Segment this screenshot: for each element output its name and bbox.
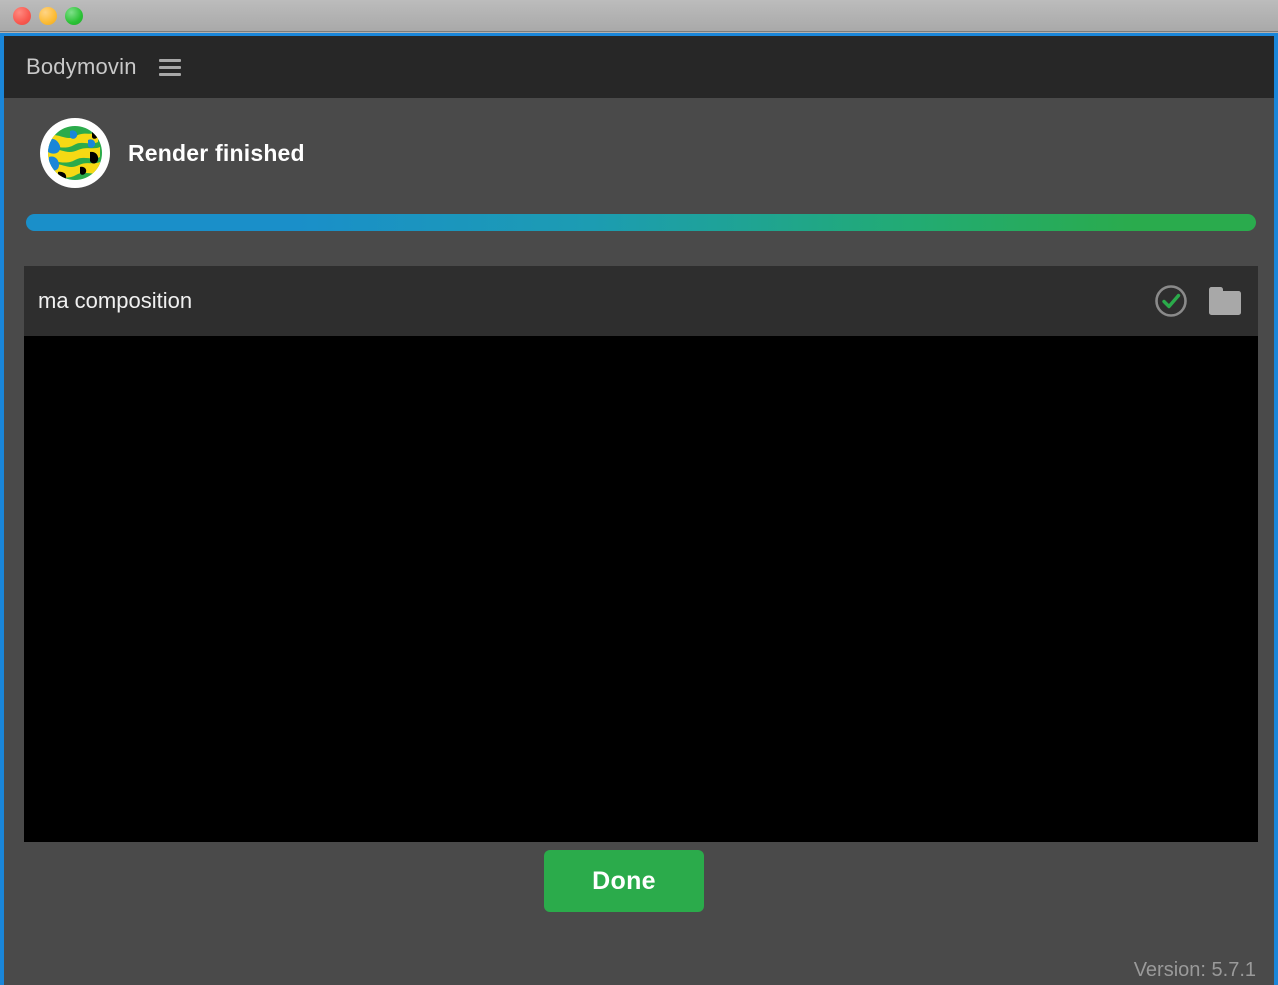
traffic-light-controls <box>13 7 83 25</box>
composition-actions <box>1152 282 1244 320</box>
render-status-message: Render finished <box>128 139 305 166</box>
hamburger-menu-icon[interactable] <box>158 56 181 78</box>
os-window: Bodymovin Render finished ma composition… <box>0 0 1278 985</box>
app-header: Bodymovin <box>4 36 1274 98</box>
app-title: Bodymovin <box>26 54 137 79</box>
done-button[interactable]: Done <box>544 850 704 912</box>
render-progress-fill <box>26 214 1256 231</box>
folder-icon[interactable] <box>1206 282 1244 320</box>
close-window-button[interactable] <box>13 7 31 25</box>
check-circle-icon[interactable] <box>1152 282 1190 320</box>
menu-bar-1 <box>158 58 181 62</box>
maximize-window-button[interactable] <box>65 7 83 25</box>
version-label: Version: 5.7.1 <box>1133 959 1256 981</box>
composition-header: ma composition <box>24 266 1258 336</box>
menu-bar-3 <box>158 72 181 76</box>
panel-focus-ring: Bodymovin Render finished ma composition… <box>0 33 1278 985</box>
bodymovin-panel: Bodymovin Render finished ma composition… <box>4 36 1274 985</box>
minimize-window-button[interactable] <box>39 7 57 25</box>
render-progress-bar <box>26 214 1256 231</box>
composition-preview-area <box>24 336 1258 842</box>
composition-name: ma composition <box>38 288 193 313</box>
window-titlebar <box>0 0 1278 32</box>
bodymovin-globe-logo <box>40 118 110 188</box>
render-status-row: Render finished <box>40 118 305 188</box>
menu-bar-2 <box>158 65 181 69</box>
composition-card: ma composition <box>24 266 1258 842</box>
